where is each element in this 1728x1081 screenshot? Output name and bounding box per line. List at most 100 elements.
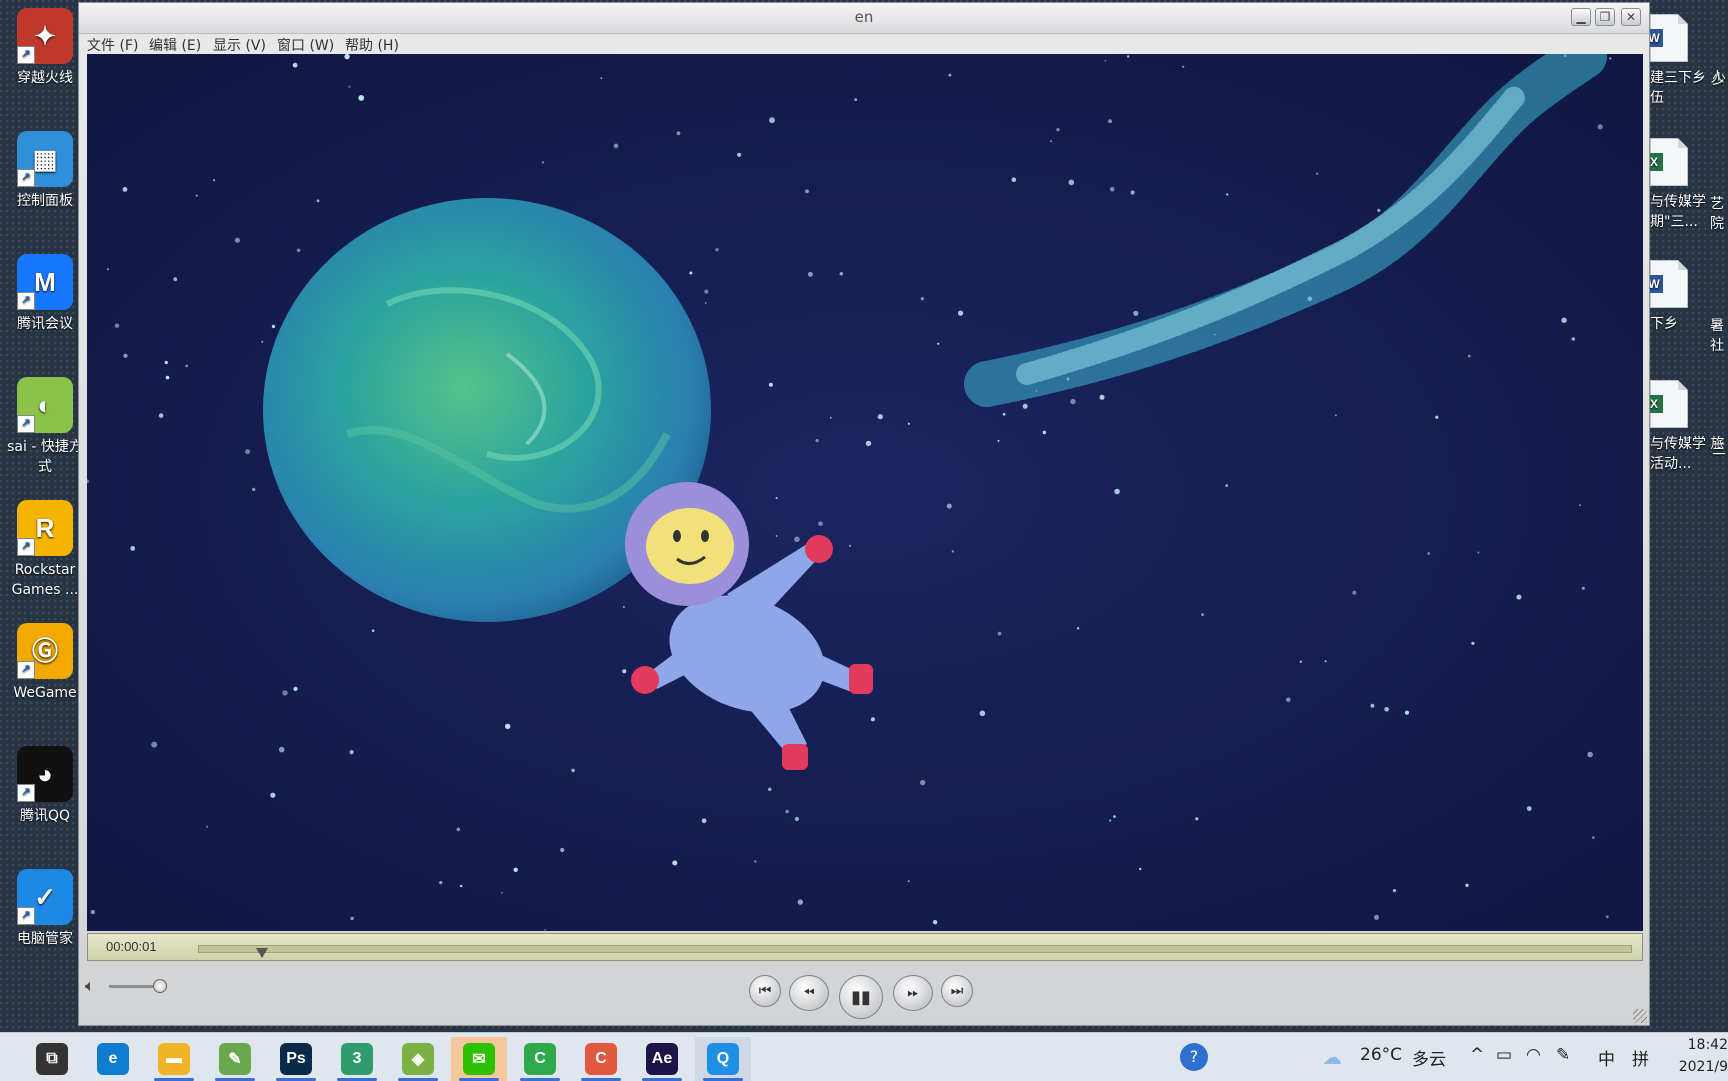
volume-knob[interactable] (153, 979, 167, 993)
quicktime-icon: Q (707, 1043, 739, 1075)
star (701, 818, 707, 824)
star (1068, 179, 1075, 186)
star (997, 631, 1002, 636)
taskbar-app[interactable]: ▬ (146, 1037, 202, 1081)
star (1404, 710, 1410, 715)
star (958, 310, 964, 316)
desktop-doc-1[interactable]: W 建三下乡 人伍 (1645, 14, 1728, 108)
star (1201, 613, 1204, 616)
battery-icon[interactable]: ▭ (1496, 1045, 1512, 1065)
menu-help[interactable]: 帮助 (H) (345, 35, 399, 55)
taskbar-app[interactable]: ✉ (451, 1037, 507, 1081)
star (1465, 883, 1469, 888)
taskbar-app[interactable]: Q (695, 1037, 751, 1081)
desktop-icon-label: 穿越火线 (17, 70, 73, 86)
desktop-icon[interactable]: ✓ ↗ 电脑管家 (2, 869, 88, 949)
star (870, 717, 876, 722)
star (501, 892, 503, 894)
maximize-button[interactable]: ❐ (1595, 8, 1615, 26)
star (1114, 488, 1120, 495)
star (261, 340, 264, 343)
video-scene (87, 54, 1643, 931)
play-pause-button[interactable]: ▮▮ (839, 975, 883, 1019)
wechat-icon: ✉ (463, 1043, 495, 1075)
menu-window[interactable]: 窗口 (W) (277, 35, 334, 55)
star (1109, 186, 1115, 192)
pen-icon[interactable]: ✎ (1556, 1045, 1570, 1065)
star (775, 497, 778, 500)
star (195, 194, 198, 197)
star (122, 187, 128, 192)
star (513, 867, 518, 872)
video-frame[interactable] (87, 54, 1643, 931)
menu-file[interactable]: 文件 (F) (87, 35, 138, 55)
star (1592, 836, 1595, 839)
minimize-button[interactable]: ▁ (1571, 8, 1591, 26)
resize-grip[interactable] (1633, 1009, 1647, 1023)
desktop-icon[interactable]: ▦ ↗ 控制面板 (2, 131, 88, 211)
weather-temp[interactable]: 26°C (1360, 1045, 1402, 1065)
star (1467, 354, 1471, 358)
taskbar-app[interactable]: C (512, 1037, 568, 1081)
clock-date[interactable]: 2021/9 (1679, 1059, 1728, 1075)
star (123, 353, 128, 358)
fast-forward-button[interactable]: ⏩︎ (893, 975, 933, 1011)
skip-forward-button[interactable]: ⏭︎ (941, 975, 973, 1007)
desktop-icon[interactable]: Ⓖ ↗ WeGame (2, 623, 88, 703)
star (206, 825, 209, 828)
tray-chevron-icon[interactable]: ^ (1470, 1045, 1484, 1065)
star (1099, 394, 1105, 400)
star (1370, 703, 1375, 708)
menu-view[interactable]: 显示 (V) (213, 35, 266, 55)
taskbar-app[interactable]: ⧉ (24, 1037, 80, 1081)
camtasia-red-icon: C (585, 1043, 617, 1075)
star (877, 414, 883, 420)
desktop-icon[interactable]: R ↗ Rockstar Games ... (2, 500, 88, 600)
seek-bar[interactable] (198, 945, 1632, 958)
media-player-window: en ▁ ❐ ✕ 文件 (F) 编辑 (E) 显示 (V) 窗口 (W) 帮助 … (78, 2, 1650, 1026)
star (907, 422, 910, 425)
shortcut-arrow-icon: ↗ (17, 169, 35, 187)
desktop-icon[interactable]: ✦ ↗ 穿越火线 (2, 8, 88, 88)
help-icon[interactable]: ? (1180, 1043, 1208, 1071)
title-bar[interactable]: en ▁ ❐ ✕ (79, 3, 1649, 34)
volume-icon[interactable]: 🔈︎ (85, 976, 95, 996)
ime-pinyin[interactable]: 拼 (1632, 1045, 1649, 1070)
shortcut-arrow-icon: ↗ (17, 538, 35, 556)
ime-chinese[interactable]: 中 (1598, 1045, 1615, 1070)
wegame-icon: Ⓖ ↗ (17, 623, 73, 679)
taskbar-app[interactable]: e (85, 1037, 141, 1081)
taskbar-app[interactable]: ✎ (207, 1037, 263, 1081)
taskbar-app[interactable]: C (573, 1037, 629, 1081)
wifi-icon[interactable]: ◠ (1526, 1045, 1541, 1065)
star (797, 899, 803, 905)
timecode: 00:00:01 (106, 939, 157, 954)
seek-thumb[interactable] (256, 948, 269, 958)
desktop-doc-3[interactable]: W 下乡 (1645, 260, 1688, 334)
close-button[interactable]: ✕ (1621, 8, 1641, 26)
skip-back-button[interactable]: ⏮︎ (749, 975, 781, 1007)
taskbar-app[interactable]: Ae (634, 1037, 690, 1081)
pause-icon: ▮▮ (851, 986, 871, 1008)
desktop-icon-label: sai - 快捷方式 (7, 439, 83, 475)
taskbar-app[interactable]: Ps (268, 1037, 324, 1081)
taskbar-app[interactable]: 3 (329, 1037, 385, 1081)
star (622, 669, 627, 674)
desktop-icon[interactable]: ◕ ↗ 腾讯QQ (2, 746, 88, 826)
clock-time[interactable]: 18:42 (1688, 1037, 1728, 1053)
desktop-icon-label: WeGame (13, 685, 77, 701)
taskbar-app[interactable]: ◈ (390, 1037, 446, 1081)
star (600, 77, 603, 79)
desktop-icon[interactable]: ◐ ↗ sai - 快捷方式 (2, 377, 88, 477)
star (1352, 590, 1357, 595)
star (271, 324, 276, 329)
rewind-button[interactable]: ⏪︎ (789, 975, 829, 1011)
star (1056, 128, 1060, 132)
star (1435, 415, 1439, 419)
menu-edit[interactable]: 编辑 (E) (149, 35, 201, 55)
desktop-icon[interactable]: M ↗ 腾讯会议 (2, 254, 88, 334)
star (560, 847, 565, 853)
star (541, 161, 544, 164)
star (794, 816, 800, 822)
weather-text[interactable]: 多云 (1412, 1045, 1446, 1070)
